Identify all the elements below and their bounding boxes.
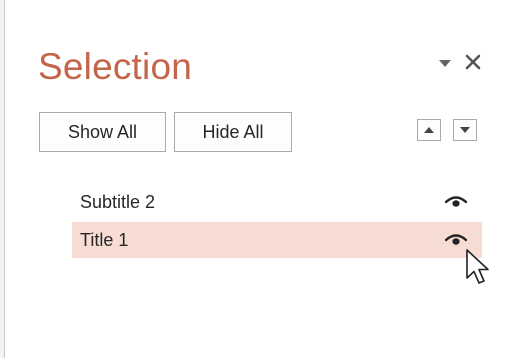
list-item-title-1[interactable]: Title 1 <box>72 222 482 258</box>
pane-divider[interactable] <box>4 0 5 358</box>
pane-title: Selection <box>38 46 193 87</box>
eye-icon[interactable] <box>445 195 467 209</box>
arrow-down-icon <box>460 127 470 133</box>
bring-forward-button[interactable] <box>417 119 441 141</box>
dropdown-triangle-icon[interactable] <box>437 56 453 70</box>
arrow-up-icon <box>424 127 434 133</box>
list-item-label: Subtitle 2 <box>80 192 156 212</box>
list-item-subtitle-2[interactable]: Subtitle 2 <box>72 184 482 220</box>
hide-all-button[interactable]: Hide All <box>174 112 292 152</box>
show-all-button[interactable]: Show All <box>39 112 166 152</box>
list-item-label: Title 1 <box>80 230 129 250</box>
eye-icon[interactable] <box>445 233 467 247</box>
send-backward-button[interactable] <box>453 119 477 141</box>
selection-pane: Selection Show All Hide All Subtitle 2 T… <box>0 0 507 358</box>
close-icon[interactable] <box>461 50 485 74</box>
